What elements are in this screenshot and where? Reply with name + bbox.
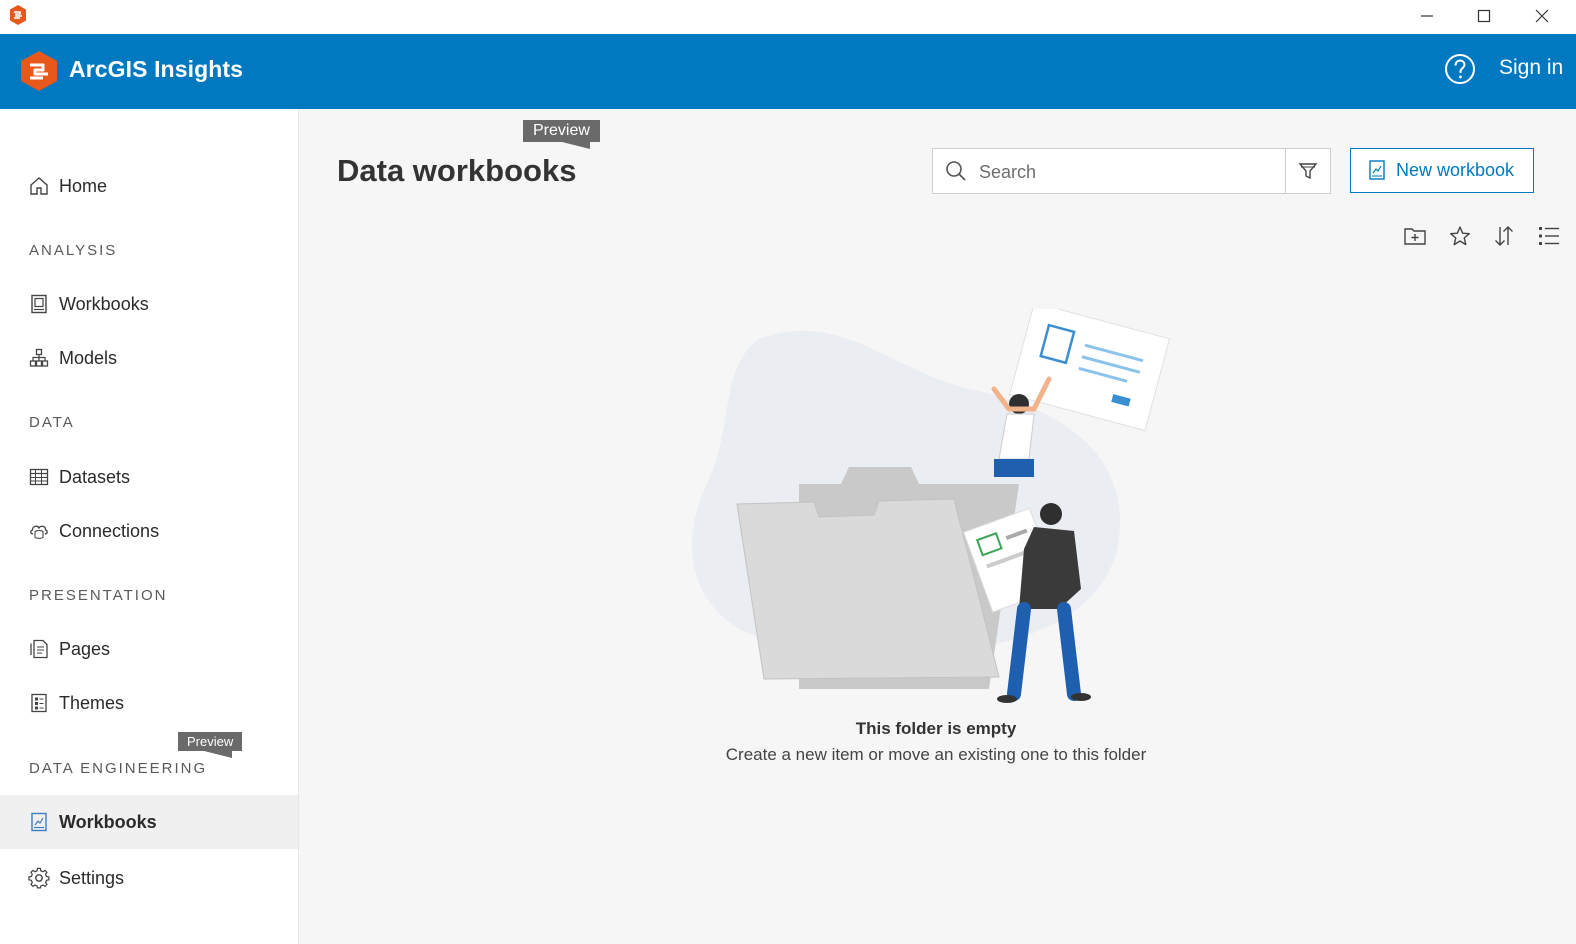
preview-badge: Preview	[178, 732, 243, 758]
maximize-icon	[1477, 9, 1491, 23]
app-brand-title: ArcGIS Insights	[69, 56, 244, 82]
minimize-button[interactable]	[1399, 0, 1455, 32]
new-workbook-button[interactable]: New workbook	[1350, 148, 1534, 193]
search-input[interactable]	[977, 157, 1281, 187]
minimize-icon	[1421, 15, 1433, 17]
title-preview-badge: Preview	[523, 120, 600, 149]
sidebar-item-label: Home	[59, 175, 108, 196]
sidebar-item-pages[interactable]: Pages	[0, 622, 298, 676]
sidebar-item-label: Workbooks	[59, 293, 149, 314]
pages-icon	[28, 638, 50, 660]
sidebar-item-datasets[interactable]: Datasets	[0, 450, 298, 504]
favorites-button[interactable]	[1445, 221, 1475, 251]
list-view-button[interactable]	[1534, 221, 1564, 251]
page-title: Data workbooks	[337, 153, 577, 188]
data-workbook-icon	[28, 811, 50, 833]
sidebar-item-label: Workbooks	[59, 811, 157, 832]
home-icon	[28, 175, 50, 197]
sidebar-item-models[interactable]: Models	[0, 331, 298, 385]
sidebar-item-workbooks[interactable]: Workbooks	[0, 277, 298, 331]
empty-folder-illustration	[692, 309, 1171, 703]
help-icon[interactable]	[1444, 53, 1476, 85]
sort-icon	[1495, 226, 1513, 246]
search-box	[932, 148, 1288, 194]
close-icon	[1535, 9, 1549, 23]
cloud-database-icon	[28, 520, 50, 542]
filter-icon	[1298, 163, 1318, 180]
empty-state-title: This folder is empty	[855, 719, 1017, 738]
star-icon	[1450, 226, 1470, 246]
main-content: Preview Data workbooks New workbook	[299, 109, 1576, 944]
sign-in-link[interactable]: Sign in	[1499, 56, 1563, 80]
section-presentation: PRESENTATION	[29, 587, 168, 604]
sort-button[interactable]	[1489, 221, 1519, 251]
sidebar-item-settings[interactable]: Settings	[0, 851, 298, 905]
table-icon	[28, 466, 50, 488]
new-workbook-label: New workbook	[1396, 160, 1515, 180]
sidebar-item-label: Connections	[59, 520, 160, 541]
sidebar-item-home[interactable]: Home	[0, 159, 298, 213]
section-analysis: ANALYSIS	[29, 242, 118, 259]
search-icon	[946, 161, 966, 181]
sidebar-item-label: Datasets	[59, 466, 131, 487]
new-folder-icon	[1404, 228, 1426, 245]
filter-button[interactable]	[1285, 148, 1331, 194]
new-folder-button[interactable]	[1400, 221, 1430, 251]
sidebar-item-label: Themes	[59, 692, 125, 713]
insights-logo-icon	[21, 51, 57, 91]
close-window-button[interactable]	[1514, 0, 1570, 32]
section-data-engineering: DATA ENGINEERING	[29, 760, 208, 777]
model-icon	[28, 347, 50, 369]
sidebar-item-connections[interactable]: Connections	[0, 504, 298, 558]
window-titlebar	[0, 0, 1576, 34]
gear-icon	[28, 867, 50, 889]
app-header: ArcGIS Insights Sign in	[0, 34, 1576, 109]
app-logo-icon	[10, 5, 26, 25]
section-data: DATA	[29, 414, 75, 431]
empty-state-message: Create a new item or move an existing on…	[725, 745, 1147, 764]
list-view-icon	[1539, 227, 1559, 245]
sidebar: Home ANALYSIS Workbooks Models DATA Data…	[0, 109, 299, 944]
sidebar-item-data-engineering-workbooks[interactable]: Workbooks	[0, 795, 298, 849]
sidebar-item-label: Settings	[59, 867, 125, 888]
sidebar-item-label: Pages	[59, 638, 111, 659]
maximize-button[interactable]	[1456, 0, 1512, 32]
data-workbook-icon	[1369, 160, 1385, 180]
sidebar-item-label: Models	[59, 347, 118, 368]
sidebar-item-themes[interactable]: Themes	[0, 676, 298, 730]
themes-icon	[28, 692, 50, 714]
workbook-icon	[28, 293, 50, 315]
